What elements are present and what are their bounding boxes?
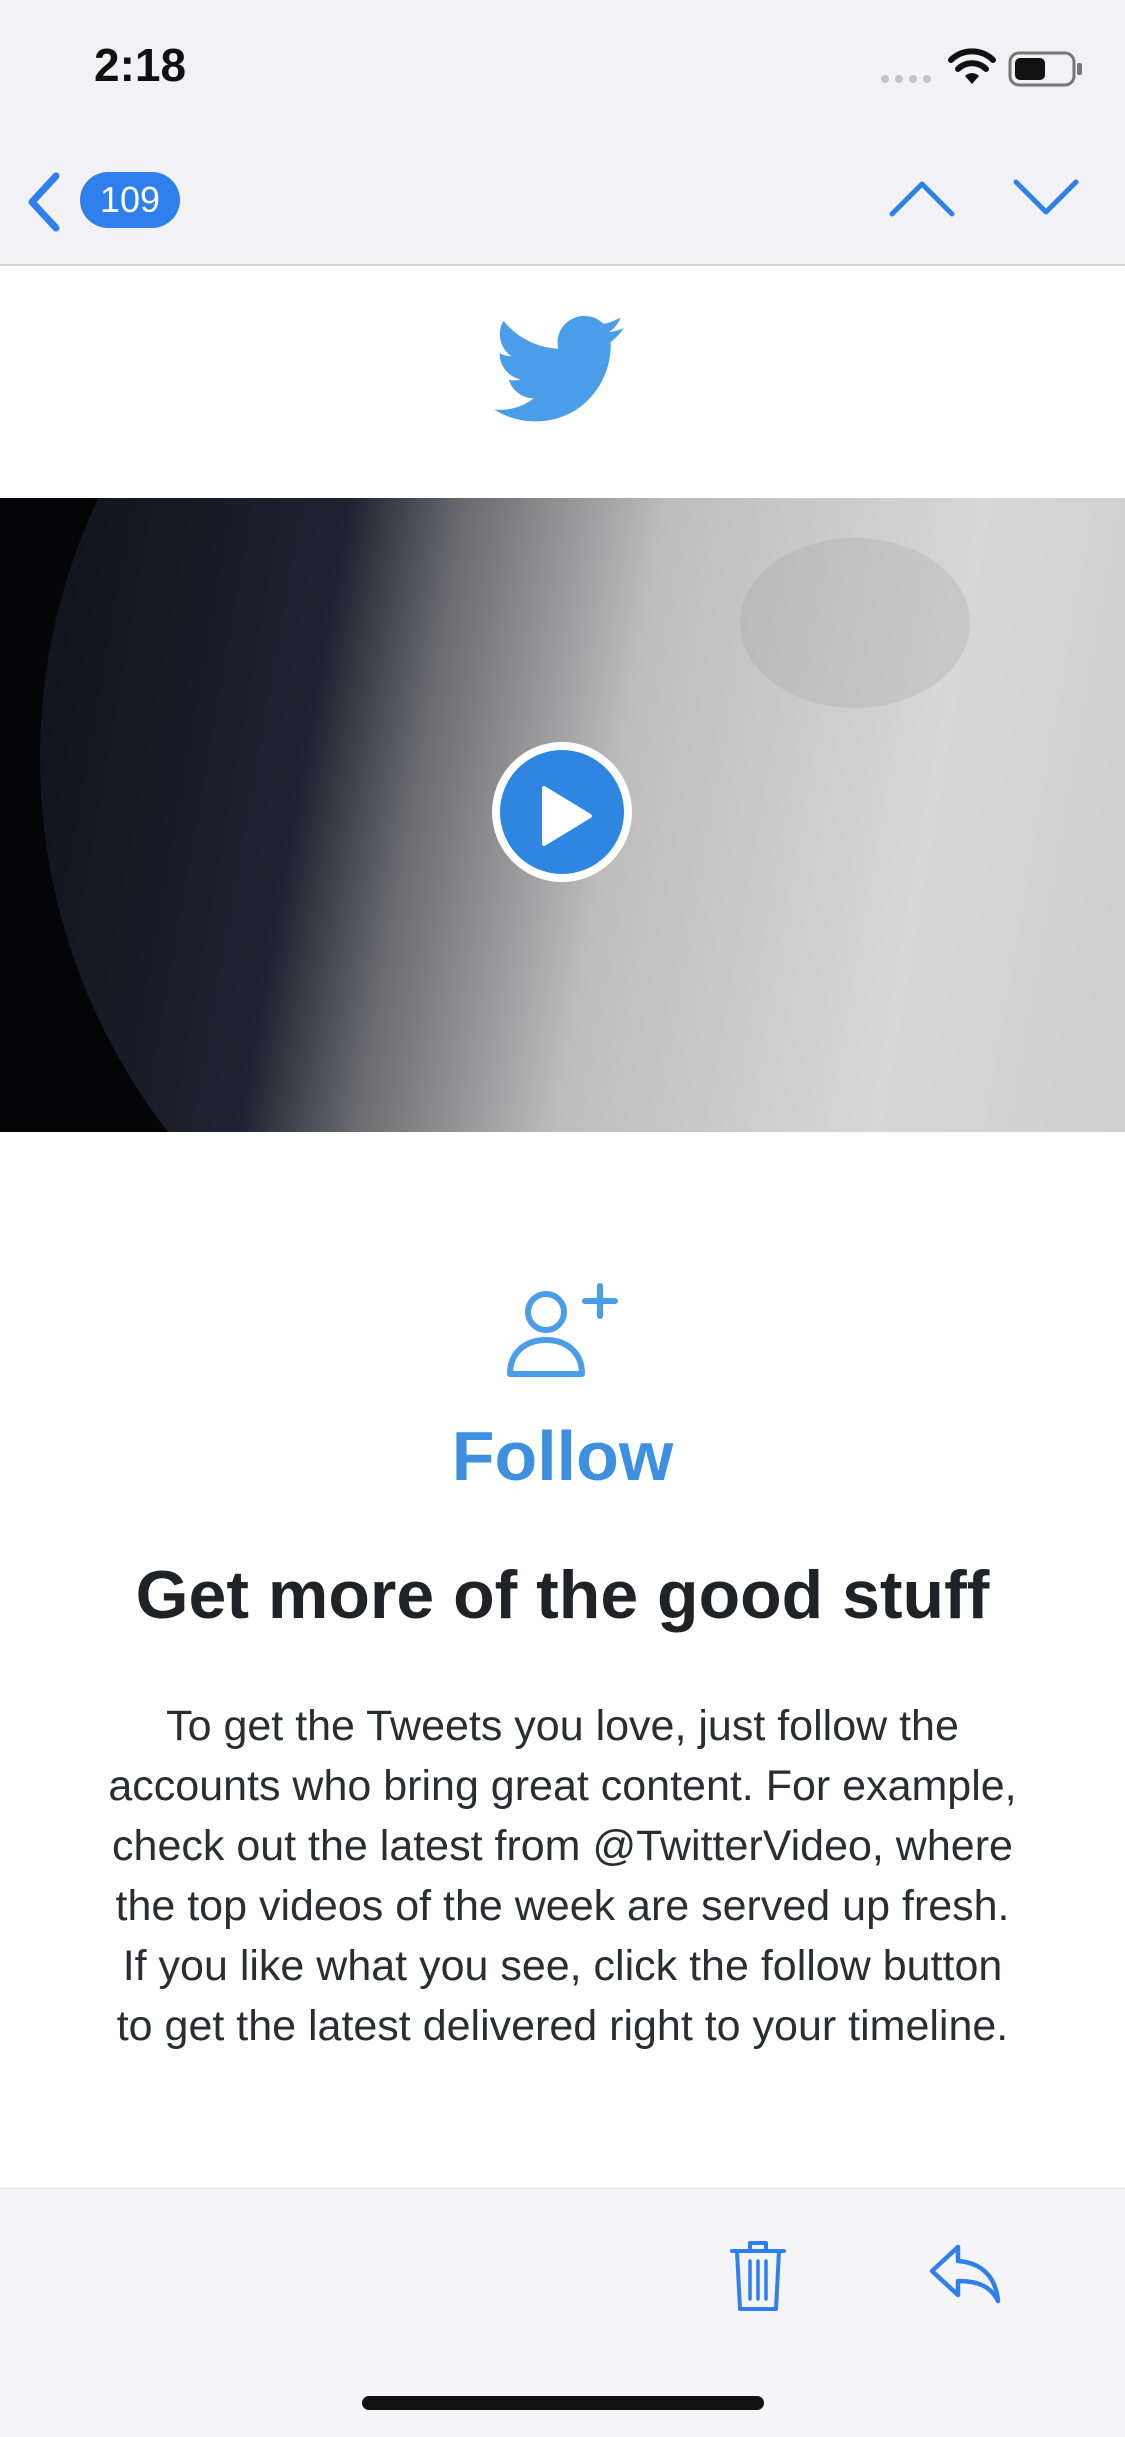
wifi-icon	[948, 48, 996, 84]
follow-link[interactable]: Follow	[0, 1416, 1125, 1496]
next-message-down-icon[interactable]	[1012, 174, 1080, 222]
twitter-bird-icon	[494, 316, 624, 422]
back-button-count-badge[interactable]: 109	[80, 172, 180, 228]
mail-nav-bar: 109	[0, 132, 1125, 266]
status-time: 2:18	[94, 39, 187, 91]
back-chevron-icon[interactable]	[24, 170, 64, 234]
battery-icon	[1008, 51, 1082, 87]
email-body-text: To get the Tweets you love, just follow …	[108, 1702, 1017, 2050]
play-icon	[542, 786, 592, 846]
previous-message-up-icon[interactable]	[888, 174, 956, 222]
add-user-icon[interactable]	[504, 1282, 622, 1382]
status-bar: 2:18	[0, 0, 1125, 132]
reply-icon[interactable]	[928, 2241, 1002, 2305]
play-button[interactable]	[492, 742, 632, 882]
trash-icon[interactable]	[728, 2237, 788, 2313]
cellular-signal-icon	[881, 75, 931, 83]
email-headline: Get more of the good stuff	[135, 1557, 990, 1633]
home-indicator	[362, 2396, 764, 2410]
